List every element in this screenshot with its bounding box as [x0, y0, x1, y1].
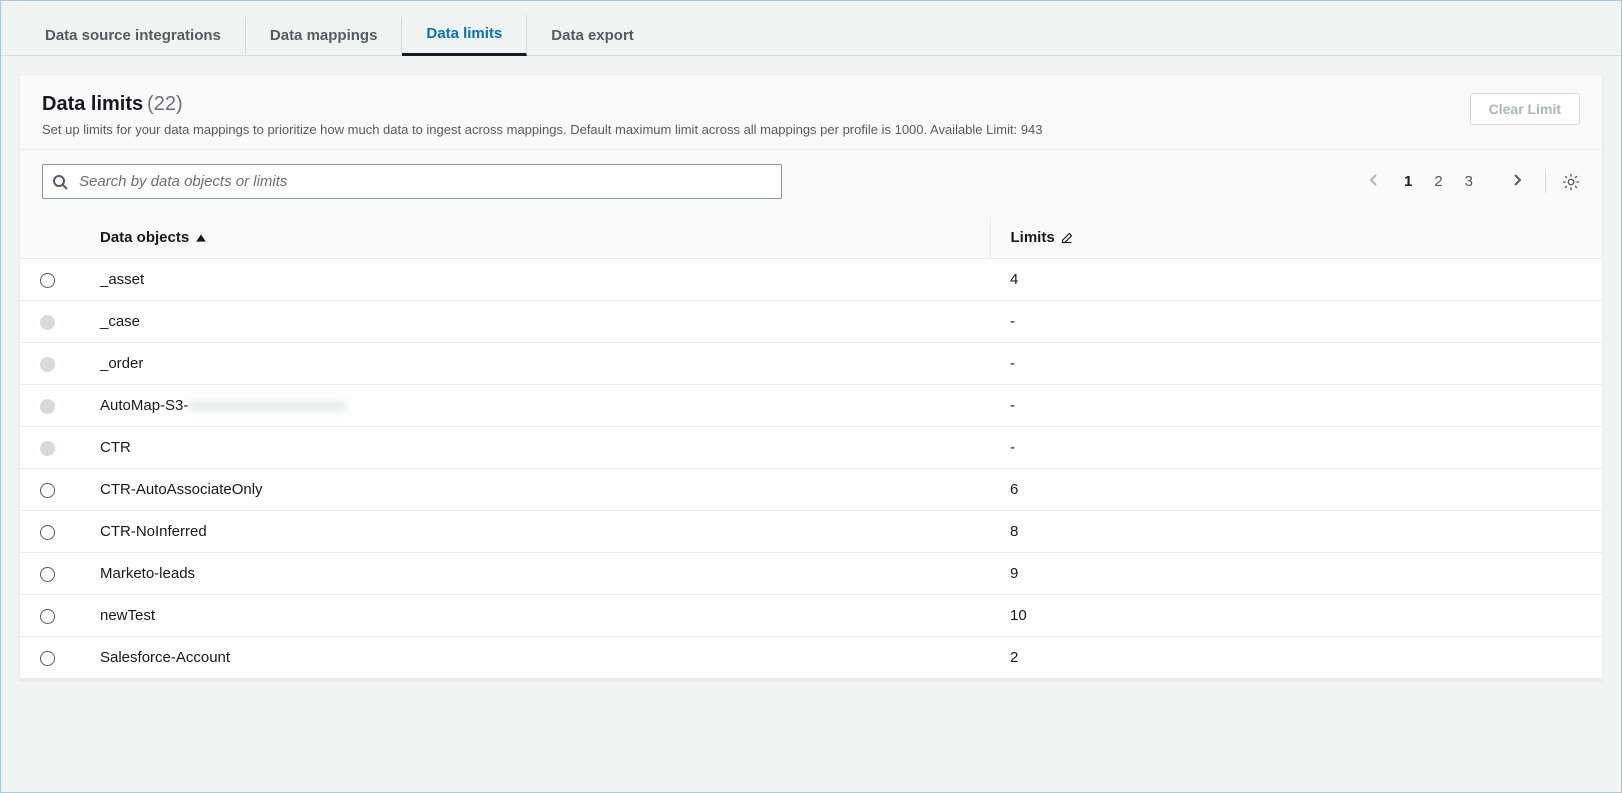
- cell-limit: 2: [990, 637, 1602, 679]
- pagination-page-3[interactable]: 3: [1461, 171, 1477, 192]
- table-row: Marketo-leads9: [20, 553, 1602, 595]
- edit-icon: [1061, 232, 1073, 244]
- table-row: _asset4: [20, 259, 1602, 301]
- data-limits-panel: Data limits (22) Set up limits for your …: [19, 74, 1603, 680]
- panel-title: Data limits: [42, 93, 143, 115]
- table-row: CTR-: [20, 427, 1602, 469]
- chevron-right-icon: [1509, 172, 1525, 188]
- toolbar: 123: [20, 150, 1602, 217]
- search-icon: [52, 174, 68, 190]
- search-wrap: [42, 164, 782, 199]
- pagination-page-2[interactable]: 2: [1430, 171, 1446, 192]
- cell-data-object: AutoMap-S3-xxxxxxxxxxxxxxxxxxxxx: [80, 385, 990, 427]
- cell-limit: 9: [990, 553, 1602, 595]
- tab-bar: Data source integrationsData mappingsDat…: [1, 1, 1621, 56]
- row-select-radio[interactable]: [40, 567, 55, 582]
- data-limits-table: Data objects Limits _asset4_case-_order-…: [20, 217, 1602, 679]
- tab-data-export[interactable]: Data export: [527, 17, 658, 54]
- cell-limit: -: [990, 427, 1602, 469]
- column-header-objects-label: Data objects: [100, 229, 189, 246]
- row-select-radio: [40, 441, 55, 456]
- row-select-radio: [40, 357, 55, 372]
- pagination-separator: [1545, 171, 1546, 193]
- table-row: Salesforce-Account2: [20, 637, 1602, 679]
- page-root: Data source integrationsData mappingsDat…: [0, 0, 1622, 793]
- column-header-objects[interactable]: Data objects: [80, 217, 990, 259]
- column-header-limits-label: Limits: [1011, 229, 1055, 246]
- pagination-prev[interactable]: [1362, 170, 1386, 194]
- column-header-select: [20, 217, 80, 259]
- cell-data-object: CTR-NoInferred: [80, 511, 990, 553]
- cell-data-object: Salesforce-Account: [80, 637, 990, 679]
- cell-limit: -: [990, 301, 1602, 343]
- cell-limit: -: [990, 385, 1602, 427]
- settings-icon[interactable]: [1562, 173, 1580, 191]
- table-row: _order-: [20, 343, 1602, 385]
- table-row: _case-: [20, 301, 1602, 343]
- cell-data-object: _order: [80, 343, 990, 385]
- row-select-radio[interactable]: [40, 525, 55, 540]
- pagination: 123: [1362, 170, 1580, 194]
- cell-data-object: CTR: [80, 427, 990, 469]
- cell-data-object: Marketo-leads: [80, 553, 990, 595]
- panel-description: Set up limits for your data mappings to …: [42, 122, 1043, 137]
- pagination-next[interactable]: [1505, 170, 1529, 194]
- cell-limit: 6: [990, 469, 1602, 511]
- table-row: newTest10: [20, 595, 1602, 637]
- panel-header: Data limits (22) Set up limits for your …: [20, 75, 1602, 150]
- clear-limit-button[interactable]: Clear Limit: [1470, 93, 1580, 125]
- pagination-page-1[interactable]: 1: [1400, 171, 1416, 192]
- cell-limit: 10: [990, 595, 1602, 637]
- row-select-radio[interactable]: [40, 483, 55, 498]
- chevron-left-icon: [1366, 172, 1382, 188]
- table-row: AutoMap-S3-xxxxxxxxxxxxxxxxxxxxx-: [20, 385, 1602, 427]
- sort-ascending-icon: [195, 232, 207, 244]
- row-select-radio[interactable]: [40, 273, 55, 288]
- row-select-radio: [40, 399, 55, 414]
- panel-count: (22): [147, 93, 183, 115]
- redacted-text: xxxxxxxxxxxxxxxxxxxxx: [188, 397, 346, 414]
- search-input[interactable]: [42, 164, 782, 199]
- row-select-radio[interactable]: [40, 651, 55, 666]
- cell-data-object: newTest: [80, 595, 990, 637]
- cell-data-object: _asset: [80, 259, 990, 301]
- tab-data-source-integrations[interactable]: Data source integrations: [21, 17, 246, 54]
- cell-limit: 8: [990, 511, 1602, 553]
- table-row: CTR-NoInferred8: [20, 511, 1602, 553]
- tab-data-mappings[interactable]: Data mappings: [246, 17, 403, 54]
- cell-limit: -: [990, 343, 1602, 385]
- column-header-limits[interactable]: Limits: [990, 217, 1602, 259]
- tab-data-limits[interactable]: Data limits: [402, 15, 527, 56]
- cell-data-object: _case: [80, 301, 990, 343]
- cell-limit: 4: [990, 259, 1602, 301]
- row-select-radio[interactable]: [40, 609, 55, 624]
- cell-data-object: CTR-AutoAssociateOnly: [80, 469, 990, 511]
- row-select-radio: [40, 315, 55, 330]
- table-row: CTR-AutoAssociateOnly6: [20, 469, 1602, 511]
